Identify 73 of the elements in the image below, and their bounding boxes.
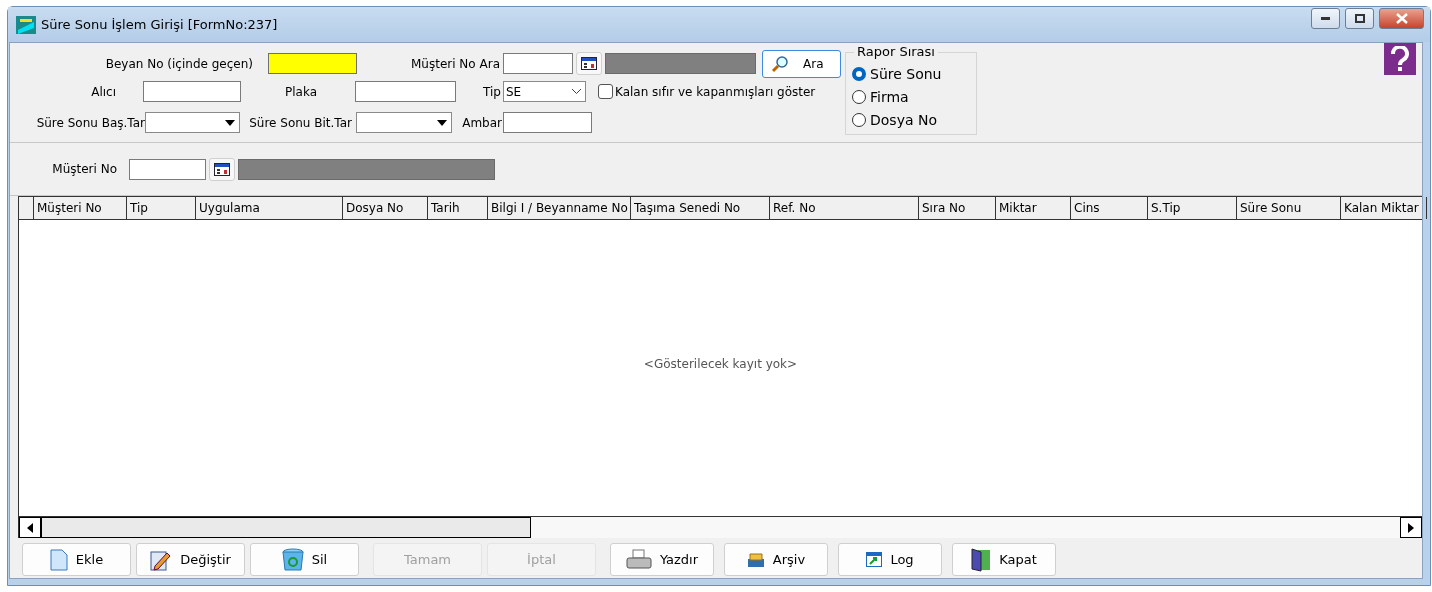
column-header[interactable]: Taşıma Senedi No — [631, 197, 770, 219]
calendar-icon — [214, 162, 230, 176]
field-label: Tip — [482, 84, 501, 99]
calendar-icon — [581, 57, 597, 70]
maximize-button[interactable] — [1345, 8, 1374, 29]
column-header[interactable]: Bilgi I / Beyanname No — [488, 197, 631, 219]
toolbar-button[interactable]: Log — [838, 543, 942, 576]
type-dropdown[interactable]: SE — [503, 81, 586, 102]
column-header[interactable]: Süre Sonu — [1237, 197, 1341, 219]
lookup-button[interactable] — [209, 157, 235, 181]
chevron-icon — [572, 89, 581, 94]
column-header[interactable]: Cins — [1071, 197, 1148, 219]
toolbar-button[interactable]: Sil — [250, 543, 359, 576]
field-label: Süre Sonu Baş.Tar — [35, 115, 145, 130]
column-header[interactable]: Miktar — [996, 197, 1071, 219]
field-label: Süre Sonu Bit.Tar — [248, 115, 352, 130]
radio-option[interactable]: Dosya No — [852, 110, 976, 130]
recycle-bin-icon — [281, 547, 304, 572]
help-icon[interactable] — [1384, 43, 1416, 75]
lookup-button[interactable] — [576, 52, 602, 75]
minimize-button[interactable] — [1311, 8, 1340, 29]
scroll-right-icon[interactable] — [1400, 517, 1422, 538]
toolbar-button[interactable]: Kapat — [952, 543, 1056, 576]
door-icon — [971, 547, 992, 572]
radio-option[interactable]: Süre Sonu — [852, 64, 976, 84]
column-header[interactable]: Tarih — [428, 197, 488, 219]
search-icon — [771, 54, 789, 73]
date-dropdown[interactable] — [145, 112, 240, 133]
window-title: Süre Sonu İşlem Girişi [FormNo:237] — [41, 17, 279, 32]
archive-icon — [746, 551, 765, 568]
dropdown-arrow-icon — [225, 119, 235, 126]
checkbox-label: Kalan sıfır ve kapanmışları göster — [615, 84, 816, 99]
field-label: Plaka — [284, 84, 317, 99]
column-header[interactable]: Müşteri No — [34, 197, 127, 219]
minimize-icon — [1321, 17, 1330, 20]
horizontal-scrollbar[interactable] — [18, 517, 1422, 538]
document-icon — [49, 548, 68, 571]
input-field[interactable] — [143, 81, 241, 102]
field-label: Ambar — [461, 115, 502, 130]
pencil-document-icon — [150, 548, 173, 571]
toolbar-button[interactable]: Ekle — [22, 543, 131, 576]
printer-icon — [625, 548, 652, 571]
search-button[interactable]: Ara — [762, 49, 841, 78]
column-header[interactable]: Tip — [127, 197, 196, 219]
dropdown-arrow-icon — [437, 119, 447, 126]
close-button[interactable] — [1379, 8, 1424, 29]
field-label: Müşteri No Ara — [410, 56, 500, 71]
toolbar-button[interactable]: Arşiv — [724, 543, 828, 576]
field-label: Beyan No (içinde geçen) — [104, 56, 253, 71]
app-icon — [16, 15, 36, 34]
column-header[interactable]: Ref. No — [770, 197, 919, 219]
column-header[interactable]: Uygulama — [196, 197, 343, 219]
field-label: Müşteri No — [51, 162, 117, 176]
input-field[interactable] — [503, 112, 592, 133]
column-header[interactable]: S.Tip — [1148, 197, 1237, 219]
empty-message: <Gösterilecek kayıt yok> — [643, 357, 798, 371]
radio-option[interactable]: Firma — [852, 87, 976, 107]
field-label: Alıcı — [90, 84, 116, 99]
input-field[interactable] — [503, 53, 573, 74]
input-field[interactable] — [268, 53, 357, 74]
checkbox[interactable] — [598, 84, 613, 99]
close-icon — [1395, 13, 1408, 24]
input-field[interactable] — [355, 81, 456, 102]
column-header[interactable]: Kalan Miktar — [1341, 197, 1427, 219]
toolbar-button[interactable]: Yazdır — [610, 543, 714, 576]
toolbar-button[interactable]: Değiştir — [136, 543, 245, 576]
column-header[interactable]: Sıra No — [919, 197, 996, 219]
input-field[interactable] — [129, 158, 206, 180]
maximize-icon — [1354, 14, 1365, 23]
scroll-left-icon[interactable] — [19, 517, 41, 538]
date-dropdown[interactable] — [356, 112, 452, 133]
column-header[interactable]: Dosya No — [343, 197, 428, 219]
group-title: Rapor Sırası — [854, 44, 938, 59]
